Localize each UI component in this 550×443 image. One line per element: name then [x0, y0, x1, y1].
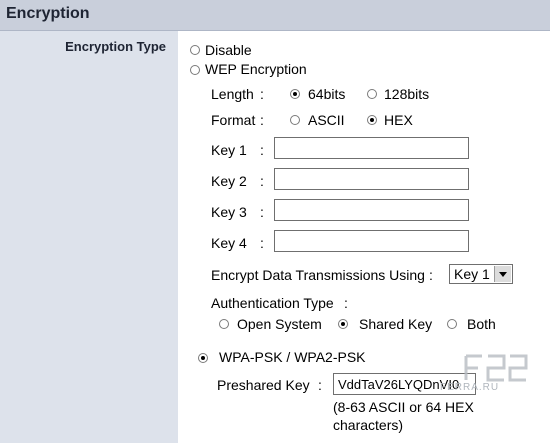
format-hex-label: HEX: [384, 112, 413, 128]
disable-radio[interactable]: [190, 45, 200, 55]
auth-open-label: Open System: [237, 316, 322, 332]
length-label: Length: [211, 86, 254, 102]
auth-shared-label: Shared Key: [359, 316, 433, 332]
ferra-logo-icon: [464, 354, 528, 382]
psk-hint-line1: (8-63 ASCII or 64 HEX: [333, 399, 474, 415]
length-colon: :: [260, 86, 264, 102]
psk-colon: :: [318, 377, 322, 393]
length-64-radio[interactable]: [290, 89, 300, 99]
format-label: Format: [211, 112, 256, 128]
wep-label: WEP Encryption: [205, 61, 307, 77]
length-64-label: 64bits: [308, 86, 346, 102]
key3-input[interactable]: [274, 199, 469, 221]
key2-input[interactable]: [274, 168, 469, 190]
key3-label: Key 3: [211, 204, 247, 220]
section-header: Encryption: [0, 0, 550, 31]
key4-input[interactable]: [274, 230, 469, 252]
auth-shared-radio[interactable]: [338, 319, 348, 329]
length-128-label: 128bits: [384, 86, 430, 102]
section-title: Encryption: [6, 5, 90, 22]
length-128-radio[interactable]: [367, 89, 377, 99]
wpa-label: WPA-PSK / WPA2-PSK: [219, 349, 366, 365]
psk-label: Preshared Key: [217, 377, 310, 393]
key3-colon: :: [260, 204, 264, 220]
wpa-radio[interactable]: [198, 353, 208, 363]
auth-type-colon: :: [344, 295, 348, 311]
disable-label: Disable: [205, 42, 252, 58]
key1-label: Key 1: [211, 142, 247, 158]
format-colon: :: [260, 112, 264, 128]
key4-label: Key 4: [211, 235, 247, 251]
encrypt-key-select[interactable]: Key 1: [449, 264, 513, 284]
format-ascii-label: ASCII: [308, 112, 345, 128]
auth-type-label: Authentication Type: [211, 295, 334, 311]
encryption-type-label: Encryption Type: [65, 39, 166, 54]
psk-hint-line2: characters): [333, 417, 404, 433]
encrypt-using-label: Encrypt Data Transmissions Using: [211, 267, 425, 283]
auth-open-radio[interactable]: [219, 319, 229, 329]
format-hex-radio[interactable]: [367, 115, 377, 125]
auth-both-label: Both: [467, 316, 496, 332]
format-ascii-radio[interactable]: [290, 115, 300, 125]
key1-colon: :: [260, 142, 264, 158]
key4-colon: :: [260, 235, 264, 251]
label-column: Encryption Type: [0, 31, 178, 443]
watermark-text: FERRA.RU: [440, 382, 500, 393]
wep-radio[interactable]: [190, 65, 200, 75]
chevron-down-icon[interactable]: [494, 266, 511, 282]
encrypt-using-colon: :: [429, 267, 433, 283]
encrypt-key-value: Key 1: [454, 266, 490, 282]
key2-colon: :: [260, 173, 264, 189]
auth-both-radio[interactable]: [447, 319, 457, 329]
key2-label: Key 2: [211, 173, 247, 189]
key1-input[interactable]: [274, 137, 469, 159]
